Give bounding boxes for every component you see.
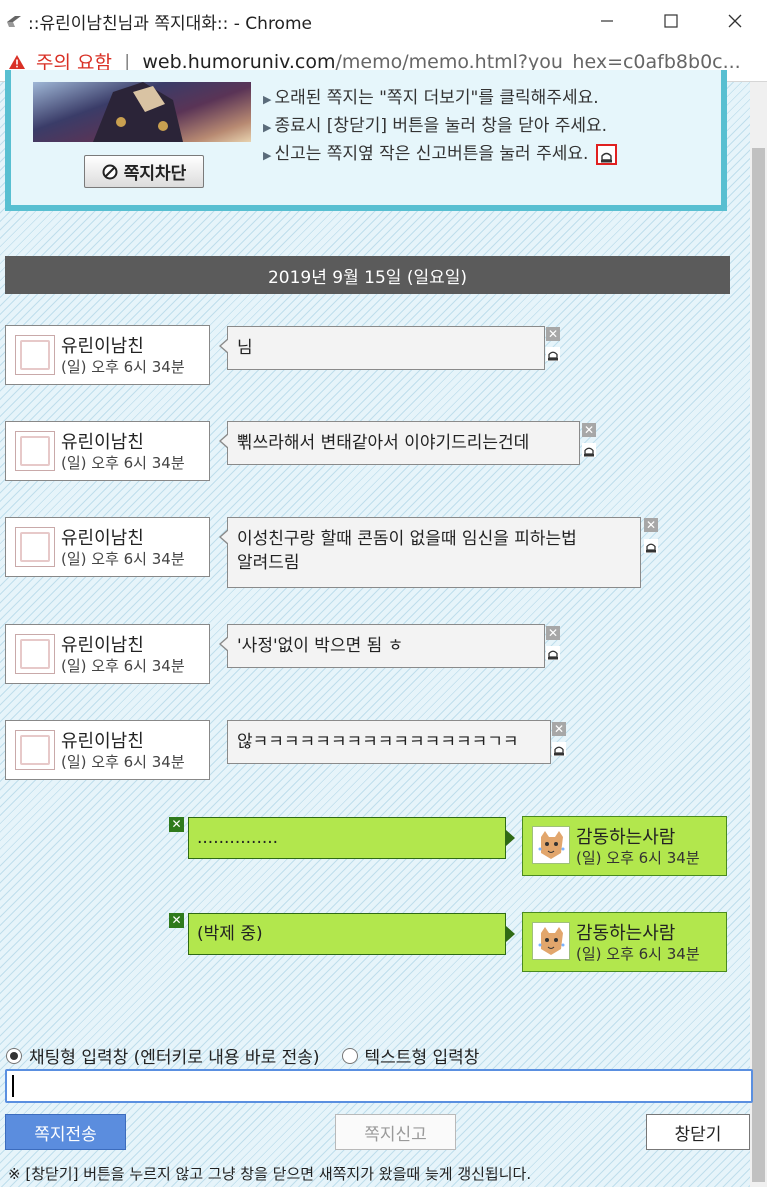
sender-card[interactable]: 유린이남친 (일) 오후 6시 34분 bbox=[5, 720, 210, 780]
delete-icon[interactable]: ✕ bbox=[552, 722, 566, 736]
my-message-bubble: ............... bbox=[188, 817, 515, 859]
avatar-icon[interactable] bbox=[532, 922, 570, 960]
my-message-bubble: (박제 중) bbox=[188, 913, 515, 955]
avatar[interactable] bbox=[15, 335, 55, 375]
radio-text-mode[interactable] bbox=[341, 1047, 358, 1064]
close-icon bbox=[728, 14, 742, 28]
sender-card[interactable]: 유린이남친 (일) 오후 6시 34분 bbox=[5, 624, 210, 684]
app-icon bbox=[7, 16, 21, 27]
window-titlebar: ::유린이남친님과 쪽지대화:: - Chrome bbox=[0, 0, 767, 42]
message-time: (일) 오후 6시 34분 bbox=[61, 358, 185, 376]
warning-icon bbox=[9, 54, 25, 69]
minimize-button[interactable] bbox=[575, 0, 639, 42]
bullet-arrow-icon: ▶ bbox=[263, 93, 272, 106]
report-icon[interactable] bbox=[552, 742, 566, 756]
sender-nick[interactable]: 유린이남친 bbox=[61, 428, 144, 454]
notice-box: 쪽지차단 ▶ 오래된 쪽지는 "쪽지 더보기"를 클릭해주세요. ▶ 종료시 [창닫… bbox=[5, 70, 727, 211]
sender-nick[interactable]: 유린이남친 bbox=[61, 631, 144, 657]
delete-icon[interactable]: ✕ bbox=[644, 518, 658, 532]
delete-icon[interactable]: ✕ bbox=[169, 817, 184, 832]
sender-card[interactable]: 유린이남친 (일) 오후 6시 34분 bbox=[5, 517, 210, 577]
radio-chat-label[interactable]: 채팅형 입력창 (엔터키로 내용 바로 전송) bbox=[29, 1043, 320, 1068]
bullet-arrow-icon: ▶ bbox=[263, 149, 272, 162]
report-icon[interactable] bbox=[546, 646, 560, 660]
sender-nick[interactable]: 유린이남친 bbox=[61, 727, 144, 753]
radio-chat-mode[interactable] bbox=[6, 1047, 22, 1064]
message-time: (일) 오후 6시 34분 bbox=[576, 849, 700, 867]
message-time: (일) 오후 6시 34분 bbox=[61, 753, 185, 771]
input-mode-selector: 채팅형 입력창 (엔터키로 내용 바로 전송) 텍스트형 입력창 bbox=[6, 1043, 479, 1068]
my-nick[interactable]: 감동하는사람 bbox=[576, 919, 675, 945]
report-sample-icon bbox=[596, 143, 618, 165]
report-button[interactable]: 쪽지신고 bbox=[335, 1114, 456, 1150]
report-icon[interactable] bbox=[582, 443, 596, 457]
my-nick[interactable]: 감동하는사람 bbox=[576, 823, 675, 849]
scrollbar-thumb[interactable] bbox=[752, 148, 765, 1182]
message-time: (일) 오후 6시 34분 bbox=[61, 657, 185, 675]
footnote: ※ [창닫기] 버튼을 누르지 않고 그냥 창을 닫으면 새쪽지가 왔을때 늦게… bbox=[8, 1165, 532, 1183]
minimize-icon bbox=[601, 20, 613, 22]
close-button[interactable]: 창닫기 bbox=[646, 1114, 750, 1150]
my-card[interactable]: 감동하는사람 (일) 오후 6시 34분 bbox=[522, 912, 727, 972]
message-time: (일) 오후 6시 34분 bbox=[61, 550, 185, 568]
avatar-icon[interactable] bbox=[532, 826, 570, 864]
block-memo-button[interactable]: 쪽지차단 bbox=[84, 155, 204, 188]
report-icon[interactable] bbox=[644, 539, 658, 553]
message-time: (일) 오후 6시 34분 bbox=[61, 454, 185, 472]
sender-nick[interactable]: 유린이남친 bbox=[61, 524, 144, 550]
radio-text-label[interactable]: 텍스트형 입력창 bbox=[365, 1043, 480, 1068]
message-line: 알려드림 bbox=[237, 553, 300, 573]
message-bubble: 쀢쓰라해서 변태같아서 이야기드리는건데 bbox=[219, 421, 580, 465]
delete-icon[interactable]: ✕ bbox=[169, 913, 184, 928]
sender-card[interactable]: 유린이남친 (일) 오후 6시 34분 bbox=[5, 325, 210, 385]
message-bubble: 이성친구랑 할때 콘돔이 없을때 임신을 피하는법 알려드림 bbox=[219, 517, 641, 588]
window-title: ::유린이남친님과 쪽지대화:: - Chrome bbox=[28, 13, 312, 34]
message-bubble: '사정'없이 박으면 됨 ㅎ bbox=[219, 624, 545, 668]
avatar[interactable] bbox=[15, 527, 55, 567]
sender-card[interactable]: 유린이남친 (일) 오후 6시 34분 bbox=[5, 421, 210, 481]
notice-lines: ▶ 오래된 쪽지는 "쪽지 더보기"를 클릭해주세요. ▶ 종료시 [창닫기] 버튼… bbox=[263, 84, 618, 168]
message-time: (일) 오후 6시 34분 bbox=[576, 945, 700, 963]
send-button[interactable]: 쪽지전송 bbox=[5, 1114, 126, 1150]
avatar[interactable] bbox=[15, 634, 55, 674]
avatar[interactable] bbox=[15, 431, 55, 471]
delete-icon[interactable]: ✕ bbox=[582, 423, 596, 437]
block-icon bbox=[102, 164, 118, 179]
block-button-label: 쪽지차단 bbox=[123, 164, 187, 184]
profile-art bbox=[93, 82, 183, 142]
close-window-button[interactable] bbox=[703, 0, 767, 42]
sender-nick[interactable]: 유린이남친 bbox=[61, 332, 144, 358]
avatar[interactable] bbox=[15, 730, 55, 770]
delete-icon[interactable]: ✕ bbox=[546, 626, 560, 640]
message-bubble: 님 bbox=[219, 326, 545, 370]
profile-image bbox=[33, 82, 251, 142]
bullet-arrow-icon: ▶ bbox=[263, 121, 272, 134]
maximize-icon bbox=[664, 14, 678, 28]
maximize-button[interactable] bbox=[639, 0, 703, 42]
date-header: 2019년 9월 15일 (일요일) bbox=[5, 256, 730, 294]
message-line: 이성친구랑 할때 콘돔이 없을때 임신을 피하는법 bbox=[237, 529, 577, 549]
notice-line: ▶ 신고는 쪽지옆 작은 신고버튼을 눌러 주세요. bbox=[263, 140, 618, 168]
text-caret bbox=[12, 1075, 14, 1097]
my-card[interactable]: 감동하는사람 (일) 오후 6시 34분 bbox=[522, 816, 727, 876]
message-bubble: 않ㅋㅋㅋㅋㅋㅋㅋㅋㅋㅋㅋㅋㅋㅋㅋㄱㅋ bbox=[227, 720, 551, 764]
notice-line: ▶ 종료시 [창닫기] 버튼을 눌러 창을 닫아 주세요. bbox=[263, 116, 608, 136]
message-input[interactable] bbox=[5, 1069, 753, 1103]
report-icon[interactable] bbox=[546, 347, 560, 361]
notice-line: ▶ 오래된 쪽지는 "쪽지 더보기"를 클릭해주세요. bbox=[263, 88, 599, 108]
delete-icon[interactable]: ✕ bbox=[546, 327, 560, 341]
